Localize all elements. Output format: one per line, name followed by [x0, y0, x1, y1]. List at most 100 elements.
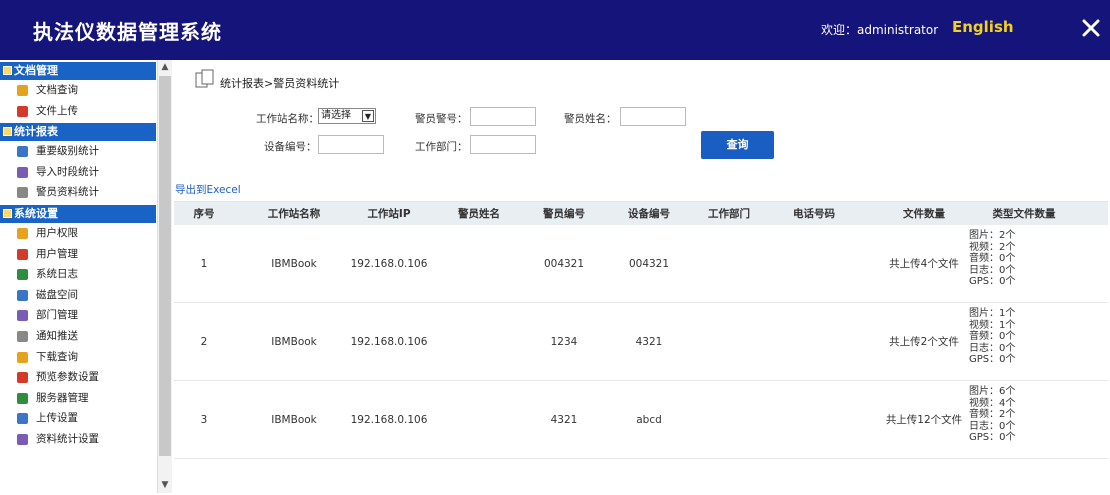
device-no-label: 设备编号： — [264, 141, 317, 153]
sidebar-group-1[interactable]: 统计报表 — [0, 123, 156, 142]
device-no-input[interactable] — [318, 135, 384, 154]
sidebar-item-2-3[interactable]: 磁盘空间 — [0, 285, 156, 306]
column-header: 工作站IP — [367, 208, 411, 220]
cell-name — [449, 225, 509, 303]
sidebar-item-label: 系统日志 — [36, 268, 78, 281]
sidebar-item-2-6[interactable]: 下载查询 — [0, 347, 156, 368]
cell-device-no: abcd — [636, 414, 662, 426]
sidebar-item-1-1[interactable]: 导入时段统计 — [0, 162, 156, 183]
sidebar-scrollbar[interactable]: ▲ ▼ — [157, 60, 172, 493]
sidebar-item-label: 预览参数设置 — [36, 371, 99, 384]
table-row[interactable]: 3 IBMBook 192.168.0.106 4321 abcd 共上传12个文件 图片：… — [174, 381, 1108, 459]
type-count-line: 视频：2个 — [969, 241, 1016, 253]
cell-index: 1 — [200, 258, 208, 270]
sidebar-item-label: 用户权限 — [36, 226, 78, 239]
sidebar-item-2-7[interactable]: 预览参数设置 — [0, 367, 156, 388]
type-count-line: 日志：0个 — [969, 342, 1016, 354]
dept-input[interactable] — [470, 135, 536, 154]
officer-stats-table: 序号 工作站名称 工作站IP 警员姓名 警员编号 设备编号 工作部门 电话号码 文件数量 类型文件… — [174, 201, 1108, 459]
type-count-line: 音频：0个 — [969, 331, 1016, 342]
sidebar-item-label: 重要级别统计 — [36, 145, 99, 158]
column-header: 警员编号 — [543, 208, 585, 220]
column-header: 设备编号 — [628, 208, 670, 220]
table-body: 1 IBMBook 192.168.0.106 004321 004321 共上传4个文件… — [174, 225, 1108, 459]
app-title: 执法仪数据管理系统 — [33, 20, 222, 44]
sidebar-item-2-10[interactable]: 资料统计设置 — [0, 429, 156, 450]
sidebar-item-label: 通知推送 — [36, 329, 78, 342]
type-count-line: GPS：0个 — [969, 276, 1016, 287]
cell-dept — [694, 303, 764, 381]
cell-type-counts: 图片：1个 视频：1个 音频：0个 日志：0个 GPS：0个 — [969, 308, 1016, 366]
scroll-up-icon[interactable]: ▲ — [158, 60, 172, 74]
star-icon — [17, 146, 28, 158]
column-header: 警员姓名 — [458, 208, 500, 220]
sidebar-item-1-2[interactable]: 警员资料统计 — [0, 182, 156, 203]
department-icon — [17, 310, 28, 322]
cell-device-no: 004321 — [628, 258, 670, 270]
sidebar-item-2-2[interactable]: 系统日志 — [0, 264, 156, 285]
sidebar-item-2-5[interactable]: 通知推送 — [0, 326, 156, 347]
sidebar-group-label: 统计报表 — [14, 125, 58, 139]
close-icon[interactable] — [1079, 16, 1103, 40]
column-header: 电话号码 — [793, 208, 835, 220]
cell-index: 2 — [200, 336, 208, 348]
upload-settings-icon — [17, 413, 28, 425]
sidebar-item-2-0[interactable]: 用户权限 — [0, 223, 156, 244]
pages-icon — [195, 69, 214, 88]
users-icon — [17, 248, 28, 260]
type-count-line: 图片：6个 — [969, 386, 1016, 397]
gear-icon — [3, 208, 12, 218]
cell-ip: 192.168.0.106 — [350, 414, 428, 426]
document-icon — [3, 66, 12, 75]
cell-station: IBMBook — [271, 336, 317, 348]
officer-name-input[interactable] — [620, 107, 686, 126]
search-doc-icon — [17, 85, 28, 96]
table-row[interactable]: 1 IBMBook 192.168.0.106 004321 004321 共上传4个文件… — [174, 225, 1108, 303]
sidebar-item-0-0[interactable]: 文档查询 — [0, 80, 156, 101]
sidebar-item-label: 文件上传 — [36, 104, 78, 117]
english-language-link[interactable]: English — [952, 18, 1014, 36]
officer-no-input[interactable] — [470, 107, 536, 126]
sidebar-item-label: 服务器管理 — [36, 391, 89, 404]
download-icon — [17, 351, 28, 363]
sidebar-item-2-4[interactable]: 部门管理 — [0, 305, 156, 326]
sidebar-item-2-8[interactable]: 服务器管理 — [0, 388, 156, 409]
type-count-line: 视频：1个 — [969, 319, 1016, 331]
sidebar-group-label: 系统设置 — [14, 206, 58, 220]
column-header: 文件数量 — [903, 208, 945, 220]
sidebar-group-0[interactable]: 文档管理 — [0, 62, 156, 80]
key-icon — [17, 227, 28, 239]
sidebar-group-2[interactable]: 系统设置 — [0, 204, 156, 223]
sidebar-item-2-9[interactable]: 上传设置 — [0, 408, 156, 429]
cell-file-count: 共上传12个文件 — [885, 414, 963, 426]
report-icon — [3, 127, 12, 137]
type-count-line: 音频：0个 — [969, 253, 1016, 264]
sidebar-item-1-0[interactable]: 重要级别统计 — [0, 141, 156, 162]
breadcrumb: 统计报表>警员资料统计 — [220, 77, 340, 90]
main-content: 统计报表>警员资料统计 工作站名称： 请选择 ▼ 警员警号： 警员姓名： 设备编… — [172, 60, 1110, 495]
scroll-thumb[interactable] — [159, 76, 171, 456]
column-header: 工作站名称 — [267, 208, 321, 220]
query-button[interactable]: 查询 — [701, 131, 774, 159]
disk-icon — [17, 289, 28, 301]
sidebar-item-label: 磁盘空间 — [36, 288, 78, 301]
sidebar: 文档管理文档查询文件上传统计报表重要级别统计导入时段统计 警员资料统计系统设置用户… — [0, 60, 172, 495]
station-select[interactable]: 请选择 ▼ — [318, 108, 376, 124]
scroll-down-icon[interactable]: ▼ — [158, 478, 172, 492]
welcome-text: 欢迎：administrator — [821, 23, 939, 37]
server-icon — [17, 392, 28, 404]
notify-icon — [17, 330, 28, 342]
sidebar-item-2-1[interactable]: 用户管理 — [0, 244, 156, 265]
officer-no-label: 警员警号： — [415, 113, 468, 125]
cell-officer-no: 1234 — [550, 336, 578, 348]
export-excel-link[interactable]: 导出到Execel — [175, 182, 241, 197]
sidebar-item-0-1[interactable]: 文件上传 — [0, 101, 156, 122]
sidebar-item-label: 文档查询 — [36, 84, 78, 96]
log-icon — [17, 269, 28, 281]
chevron-down-icon[interactable]: ▼ — [362, 110, 374, 122]
table-row[interactable]: 2 IBMBook 192.168.0.106 1234 4321 共上传2个文件 图片：1… — [174, 303, 1108, 381]
stats-settings-icon — [17, 433, 28, 445]
type-count-line: 视频：4个 — [969, 397, 1016, 409]
officer-name-label: 警员姓名： — [564, 113, 617, 125]
station-label: 工作站名称： — [256, 113, 319, 125]
